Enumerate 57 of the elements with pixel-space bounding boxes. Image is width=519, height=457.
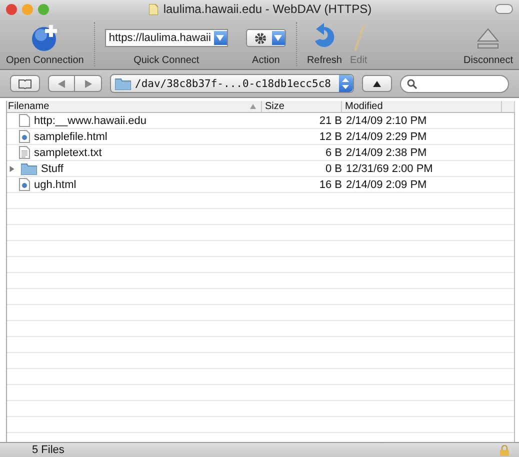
dropdown-arrow-icon bbox=[274, 35, 282, 41]
globe-icon bbox=[30, 23, 60, 53]
forward-button[interactable] bbox=[75, 75, 102, 92]
open-connection-button[interactable]: Open Connection bbox=[2, 23, 88, 66]
html-file-icon bbox=[19, 178, 30, 191]
bookmarks-button[interactable] bbox=[10, 75, 40, 92]
right-arrow-icon bbox=[84, 80, 92, 88]
pencil-icon bbox=[352, 23, 366, 53]
close-button[interactable] bbox=[6, 4, 17, 14]
file-icon bbox=[19, 114, 30, 127]
modified-date: 12/31/69 2:00 PM bbox=[346, 162, 433, 174]
search-icon bbox=[406, 78, 417, 88]
modified-date: 2/14/09 2:29 PM bbox=[346, 130, 427, 142]
disconnect-button[interactable]: Disconnect bbox=[460, 23, 517, 66]
column-header[interactable]: Modified bbox=[342, 101, 502, 112]
file-size: 6 B bbox=[325, 146, 342, 158]
disclosure-triangle-icon[interactable] bbox=[9, 164, 15, 172]
text-file-icon bbox=[19, 146, 30, 159]
left-arrow-icon bbox=[58, 80, 65, 88]
folder-icon bbox=[115, 78, 131, 90]
status-text: 5 Files bbox=[32, 444, 64, 456]
file-name[interactable]: samplefile.html bbox=[34, 130, 108, 142]
search-field[interactable] bbox=[400, 74, 509, 92]
file-name[interactable]: ugh.html bbox=[34, 178, 76, 190]
back-button[interactable] bbox=[48, 75, 75, 92]
column-header[interactable]: Filename bbox=[7, 101, 262, 112]
zoom-button[interactable] bbox=[38, 4, 49, 14]
html-file-icon bbox=[19, 130, 30, 143]
file-size: 21 B bbox=[319, 114, 342, 126]
gear-icon bbox=[254, 32, 266, 44]
column-header[interactable]: Size bbox=[262, 101, 342, 112]
modified-date: 2/14/09 2:38 PM bbox=[346, 146, 427, 158]
file-name[interactable]: http:__www.hawaii.edu bbox=[34, 114, 147, 126]
action-label: Action bbox=[252, 55, 280, 66]
quick-connect-label: Quick Connect bbox=[134, 55, 200, 66]
toolbar-toggle-button[interactable] bbox=[495, 4, 513, 14]
file-size: 12 B bbox=[319, 130, 342, 142]
lock-icon bbox=[500, 444, 509, 456]
modified-date: 2/14/09 2:09 PM bbox=[346, 178, 427, 190]
quick-connect-field[interactable]: https://laulima.hawaii bbox=[104, 29, 228, 47]
modified-date: 2/14/09 2:10 PM bbox=[346, 114, 427, 126]
file-size: 0 B bbox=[325, 162, 342, 174]
parent-folder-button[interactable] bbox=[362, 75, 392, 92]
document-icon bbox=[149, 4, 158, 14]
stepper-icon bbox=[342, 78, 350, 89]
refresh-button[interactable]: Refresh bbox=[302, 23, 346, 66]
action-menu-button[interactable] bbox=[246, 29, 286, 47]
sort-arrow-icon bbox=[250, 104, 256, 109]
window-title: laulima.hawaii.edu - WebDAV (HTTPS) bbox=[163, 2, 372, 16]
file-size: 16 B bbox=[319, 178, 342, 190]
up-arrow-icon bbox=[372, 80, 381, 86]
dropdown-arrow-icon bbox=[216, 35, 224, 41]
folder-icon bbox=[21, 162, 37, 174]
file-name[interactable]: Stuff bbox=[41, 162, 64, 174]
book-icon bbox=[18, 78, 32, 88]
path-popup[interactable]: /dav/38c8b37f-...0-c18db1ecc5c8 bbox=[110, 74, 354, 93]
file-name[interactable]: sampletext.txt bbox=[34, 146, 102, 158]
